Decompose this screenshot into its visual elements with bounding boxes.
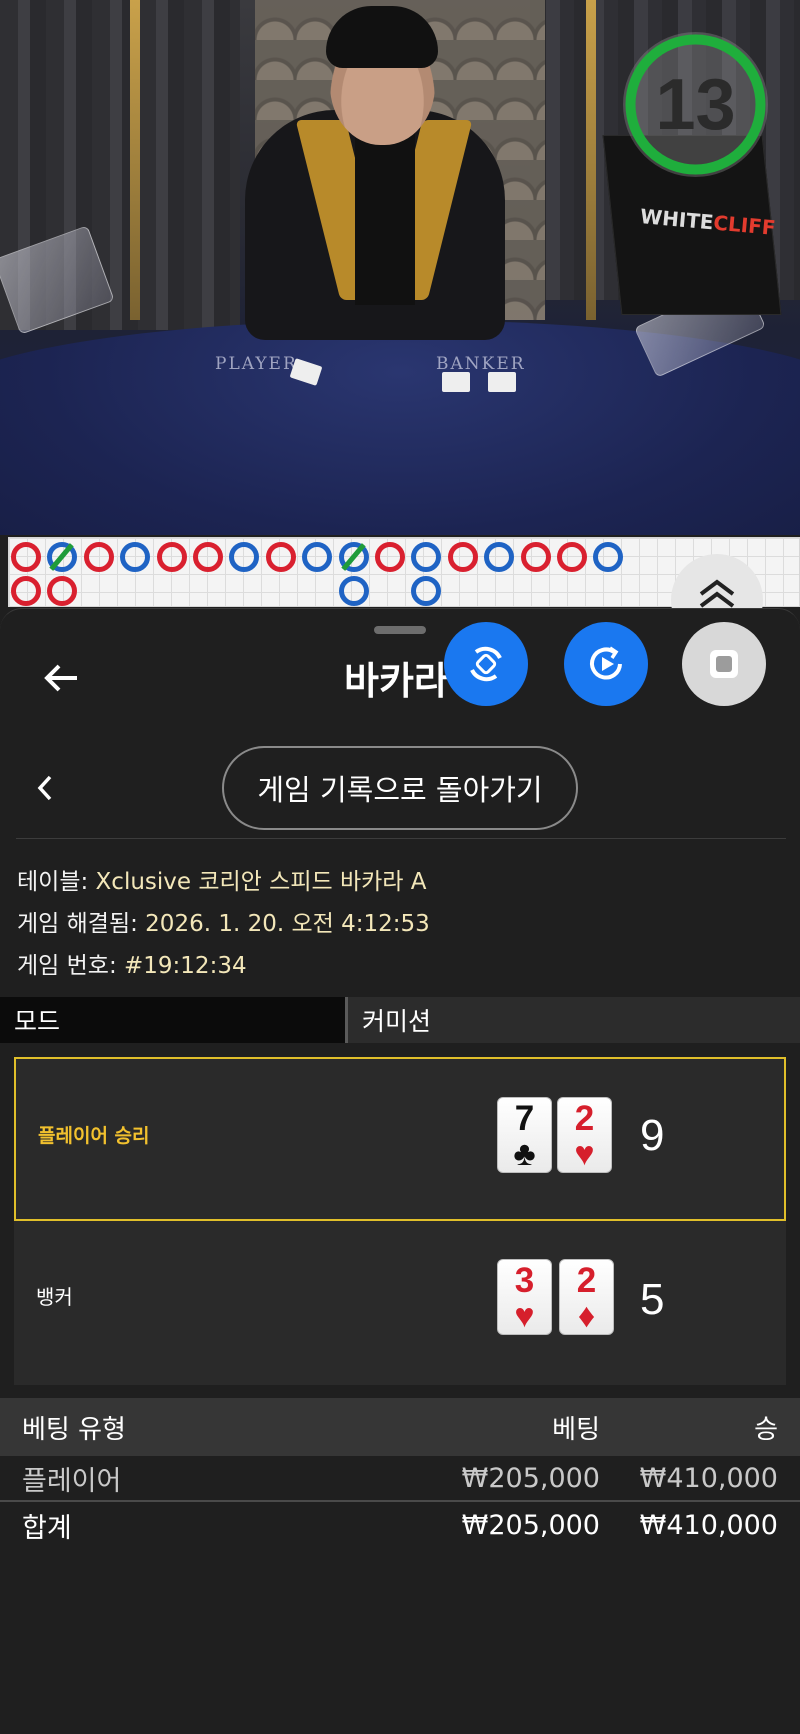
banker-bead [338,576,369,606]
bets-table-header: 베팅 유형 베팅 승 [0,1398,800,1456]
hand-score: 5 [640,1275,665,1324]
table-card [488,372,516,392]
replay-icon [590,646,622,680]
win-amount: ₩410,000 [639,1462,778,1494]
divider [16,838,786,839]
page-title: 바카라 [344,659,449,703]
total-bet: ₩205,000 [461,1509,600,1541]
bet-type: 플레이어 [22,1465,122,1497]
felt-label-banker: BANKER [436,354,526,374]
felt-label-player: PLAYER [215,354,298,374]
player-bead [156,542,187,572]
player-bead [47,576,78,606]
gold-pillar [586,0,596,320]
player-bead [193,542,223,572]
table-name: Xclusive 코리안 스피드 바카라 A [95,869,427,895]
player-bead [557,542,587,572]
player-bead [11,542,41,572]
player-bead [375,542,405,572]
tie-slash-icon [49,543,75,571]
total-row: 합계 ₩205,000 ₩410,000 [0,1503,800,1547]
back-to-history-button[interactable]: 게임 기록으로 돌아가기 [222,746,578,830]
playing-card: 3 ♥ [497,1259,552,1335]
dealer-shirt [355,125,415,305]
stop-icon [710,650,738,678]
countdown-timer: 13 [623,32,768,177]
info-game-number: 게임 번호: #19:12:34 [17,953,247,979]
total-label: 합계 [22,1512,72,1544]
table-card [442,372,470,392]
banker-bead [229,542,260,572]
timer-value: 13 [655,64,736,145]
dealer-hair [326,6,438,68]
playing-card: 7 ♣ [497,1097,552,1173]
heart-icon: ♥ [574,1135,595,1173]
banker-hand: 뱅커 3 ♥ 2 ♦ 5 [14,1221,786,1385]
game-number: #19:12:34 [124,953,247,979]
resolved-time: 2026. 1. 20. 오전 4:12:53 [145,911,430,937]
banker-bead [47,542,78,572]
heart-icon: ♥ [514,1297,535,1335]
banker-bead [338,542,369,572]
stop-button[interactable] [682,622,766,706]
banker-bead [593,542,624,572]
player-bead [11,576,41,606]
playing-card: 2 ♥ [557,1097,612,1173]
total-win: ₩410,000 [639,1509,778,1541]
back-button[interactable] [38,658,84,698]
sheet-drag-handle[interactable] [374,626,426,634]
info-table: 테이블: Xclusive 코리안 스피드 바카라 A [17,869,427,895]
banker-bead [302,542,333,572]
arrow-left-icon [44,664,77,692]
player-bead [447,542,478,572]
replay-button[interactable] [564,622,648,706]
table-row: 플레이어 ₩205,000 ₩410,000 [0,1456,800,1500]
hand-label: 뱅커 [36,1285,73,1309]
column-bet: 베팅 [552,1414,600,1445]
tab-commission[interactable]: 커미션 [348,997,800,1043]
banker-bead [484,542,515,572]
column-win: 승 [754,1414,778,1445]
gold-pillar [130,0,140,320]
divider [0,1500,800,1502]
bet-amount: ₩205,000 [461,1462,600,1494]
player-bead [520,542,551,572]
club-icon: ♣ [513,1135,536,1173]
column-bet-type: 베팅 유형 [22,1414,126,1445]
tie-slash-icon [340,543,366,571]
rotate-camera-icon [470,646,502,682]
live-video: PLAYER BANKER WHITECLIFF 13 [0,0,800,535]
banker-bead [411,542,442,572]
previous-button[interactable] [28,770,62,806]
double-chevron-up-icon [699,579,735,608]
banker-bead [411,576,442,606]
rotate-camera-button[interactable] [444,622,528,706]
tab-mode[interactable]: 모드 [0,997,348,1043]
player-hand: 플레이어 승리 7 ♣ 2 ♥ 9 [14,1057,786,1221]
chevron-left-icon [37,775,52,801]
player-bead [83,542,114,572]
hand-score: 9 [640,1111,665,1160]
playing-card: 2 ♦ [559,1259,614,1335]
diamond-icon: ♦ [577,1297,596,1335]
player-bead [265,542,296,572]
mode-tabs: 모드 커미션 [0,997,800,1043]
banker-bead [120,542,151,572]
hand-label: 플레이어 승리 [38,1125,150,1147]
info-resolved: 게임 해결됨: 2026. 1. 20. 오전 4:12:53 [17,911,430,937]
